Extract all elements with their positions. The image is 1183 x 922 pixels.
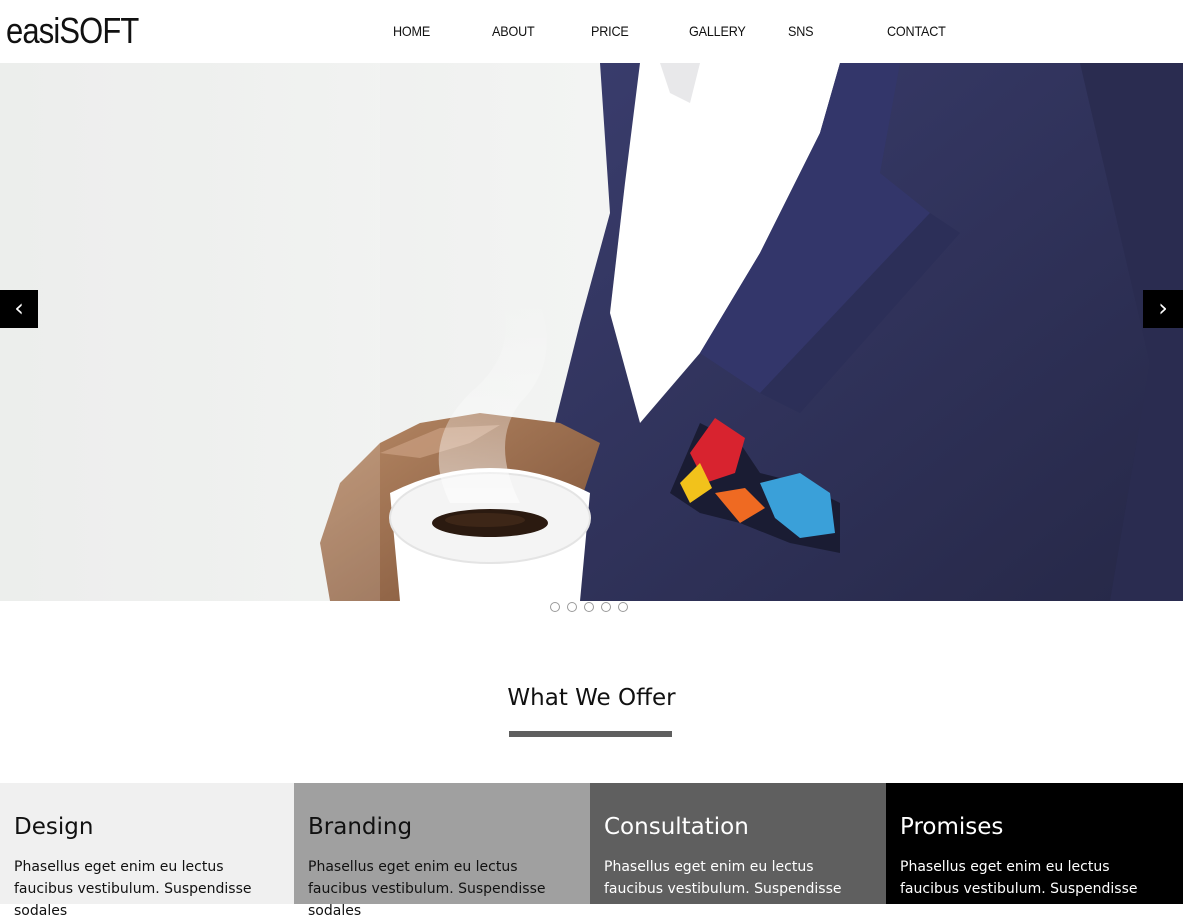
slider-dot-5[interactable] xyxy=(618,602,628,612)
offer-title: Promises xyxy=(900,814,1004,840)
nav-home[interactable]: HOME xyxy=(393,23,430,39)
offer-text: Phasellus eget enim eu lectus faucibus v… xyxy=(604,859,842,919)
offer-text: Phasellus eget enim eu lectus faucibus v… xyxy=(14,859,252,919)
section-title: What We Offer xyxy=(507,685,676,711)
offer-branding: Branding Phasellus eget enim eu lectus f… xyxy=(294,783,590,919)
slider-pagination xyxy=(550,602,628,614)
slider-dot-3[interactable] xyxy=(584,602,594,612)
offer-text: Phasellus eget enim eu lectus faucibus v… xyxy=(900,859,1138,919)
slider-dot-2[interactable] xyxy=(567,602,577,612)
nav-gallery[interactable]: GALLERY xyxy=(689,23,746,39)
site-header: easiSOFT HOME ABOUT PRICE GALLERY SNS CO… xyxy=(0,0,1183,63)
site-logo[interactable]: easiSOFT xyxy=(6,10,139,52)
slider-dot-1[interactable] xyxy=(550,602,560,612)
offer-title: Branding xyxy=(308,814,413,840)
offer-design: Design Phasellus eget enim eu lectus fau… xyxy=(0,783,294,919)
title-underline xyxy=(509,731,672,737)
offer-title: Design xyxy=(14,814,94,840)
nav-about[interactable]: ABOUT xyxy=(492,23,535,39)
offers-row: Design Phasellus eget enim eu lectus fau… xyxy=(0,783,1183,919)
slider-next-button[interactable]: › xyxy=(1143,290,1183,328)
slider-prev-button[interactable]: ‹ xyxy=(0,290,38,328)
offer-title: Consultation xyxy=(604,814,749,840)
offer-text: Phasellus eget enim eu lectus faucibus v… xyxy=(308,859,546,919)
hero-image xyxy=(0,63,1183,601)
hero-slider: ‹ › xyxy=(0,63,1183,601)
nav-price[interactable]: PRICE xyxy=(591,23,629,39)
slider-dot-4[interactable] xyxy=(601,602,611,612)
nav-sns[interactable]: SNS xyxy=(788,23,814,39)
offer-consultation: Consultation Phasellus eget enim eu lect… xyxy=(590,783,886,919)
offer-promises: Promises Phasellus eget enim eu lectus f… xyxy=(886,783,1183,919)
nav-contact[interactable]: CONTACT xyxy=(887,23,946,39)
